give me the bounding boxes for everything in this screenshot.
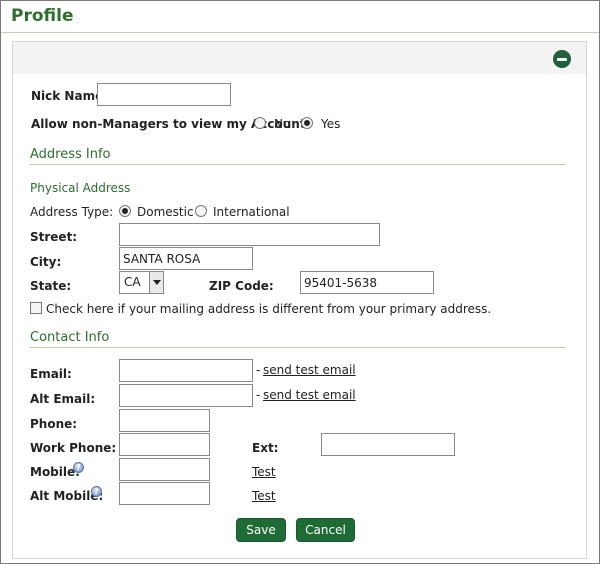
- address-divider: [30, 164, 566, 165]
- allow-yes-label: Yes: [321, 117, 341, 131]
- page-title: Profile: [11, 6, 74, 26]
- send-test-alt-email-prefix: -: [256, 388, 261, 402]
- email-input[interactable]: [119, 359, 253, 382]
- email-label: Email:: [30, 367, 72, 381]
- alt-email-input[interactable]: [119, 384, 253, 407]
- contact-divider: [30, 347, 566, 348]
- ext-input[interactable]: [321, 433, 455, 456]
- alt-mobile-input[interactable]: [119, 482, 210, 505]
- minus-circle-icon[interactable]: [553, 50, 571, 68]
- panel-header: [13, 42, 586, 74]
- address-type-label: Address Type:: [30, 205, 114, 219]
- mailing-address-checkbox[interactable]: [30, 302, 42, 314]
- cancel-button[interactable]: Cancel: [296, 518, 355, 542]
- street-input[interactable]: [119, 223, 380, 246]
- zip-input[interactable]: [300, 271, 434, 294]
- send-test-email-prefix: -: [256, 363, 261, 377]
- chevron-down-icon: [149, 272, 163, 293]
- allow-no-label: No: [274, 117, 291, 131]
- work-phone-input[interactable]: [119, 433, 210, 456]
- title-divider: [1, 32, 599, 33]
- test-alt-mobile-link[interactable]: Test: [252, 489, 276, 503]
- send-test-alt-email-link[interactable]: send test email: [263, 388, 356, 402]
- test-mobile-link[interactable]: Test: [252, 465, 276, 479]
- state-label: State:: [30, 279, 72, 293]
- domestic-label: Domestic: [137, 205, 194, 219]
- physical-address-title: Physical Address: [30, 181, 131, 195]
- nickname-input[interactable]: [97, 83, 231, 106]
- save-button[interactable]: Save: [236, 518, 286, 542]
- state-select[interactable]: CA: [119, 271, 164, 294]
- help-icon[interactable]: ?: [73, 462, 84, 473]
- work-phone-label: Work Phone:: [30, 441, 117, 455]
- zip-label: ZIP Code:: [209, 279, 274, 293]
- send-test-email-link[interactable]: send test email: [263, 363, 356, 377]
- mobile-input[interactable]: [119, 458, 210, 481]
- contact-section-title: Contact Info: [30, 330, 110, 345]
- city-label: City:: [30, 255, 62, 269]
- alt-email-label: Alt Email:: [30, 392, 96, 406]
- address-section-title: Address Info: [30, 147, 111, 162]
- help-icon[interactable]: ?: [91, 486, 102, 497]
- allow-yes-radio[interactable]: [301, 117, 313, 129]
- ext-label: Ext:: [252, 441, 279, 455]
- phone-input[interactable]: [119, 409, 210, 432]
- profile-panel: Nick Name: Allow non-Managers to view my…: [12, 41, 587, 559]
- international-radio[interactable]: [195, 205, 207, 217]
- allow-view-label: Allow non-Managers to view my Account:: [31, 117, 311, 131]
- international-label: International: [213, 205, 290, 219]
- allow-no-radio[interactable]: [254, 117, 266, 129]
- domestic-radio[interactable]: [119, 205, 131, 217]
- city-input[interactable]: [119, 247, 253, 270]
- phone-label: Phone:: [30, 417, 78, 431]
- mailing-address-label: Check here if your mailing address is di…: [46, 302, 492, 316]
- state-value: CA: [124, 275, 141, 289]
- street-label: Street:: [30, 230, 78, 244]
